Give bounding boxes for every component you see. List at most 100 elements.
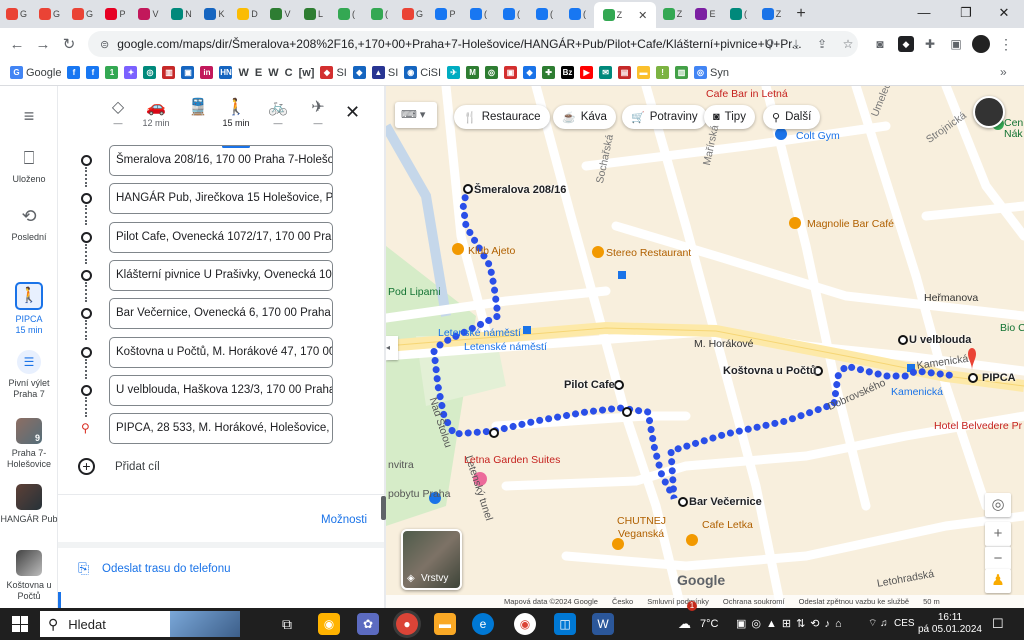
travel-mode-best[interactable]: ◇ — (98, 98, 138, 128)
minimize-icon[interactable]: — (904, 0, 944, 28)
url-input[interactable]: ⊜ google.com/maps/dir/Šmeralova+208%2F16… (88, 31, 858, 57)
waypoint-input[interactable]: PIPCA, 28 533, M. Horákové, Holešovice, … (109, 413, 333, 445)
bookmark-item[interactable]: ▤ (618, 66, 632, 79)
bookmark-item[interactable]: W (238, 67, 248, 79)
travel-mode-flight[interactable]: ✈ — (298, 98, 338, 128)
waypoint-input[interactable]: Koštovna u Počtů, M. Horákové 47, 170 00 (109, 336, 333, 368)
bookmark-item[interactable]: ◉ CiSI (404, 66, 441, 79)
poi-label[interactable]: Colt Gym (796, 130, 840, 142)
bookmark-item[interactable]: Bz (561, 66, 575, 79)
taskbar-search[interactable]: ⚲ Hledat (40, 611, 240, 637)
browser-tab[interactable]: P (429, 0, 462, 28)
install-icon[interactable]: ⤓ (788, 36, 804, 52)
attribution-item[interactable]: Mapová data ©2024 Google (504, 597, 598, 606)
app-icon[interactable]: ✿ (357, 613, 379, 635)
waypoint-map-label[interactable]: Šmeralova 208/16 (474, 184, 566, 196)
praha-recent-item[interactable]: 9 Praha 7-Holešovice (0, 418, 58, 470)
poi-label[interactable]: Magnolie Bar Café (807, 218, 894, 230)
browser-tab[interactable]: ( (462, 0, 495, 28)
tab-close-icon[interactable]: ✕ (638, 9, 647, 22)
poi-label[interactable]: Klub Ajeto (468, 245, 515, 257)
bookmark-item[interactable]: ▶ (580, 66, 594, 79)
browser-tab[interactable]: ( (561, 0, 594, 28)
waypoint-marker[interactable] (968, 373, 978, 383)
waypoint-map-label[interactable]: U velblouda (909, 334, 971, 346)
input-tools-button[interactable]: ⌨ ▾ (395, 102, 437, 128)
collapse-panel-icon[interactable]: ◂ (386, 336, 398, 360)
back-icon[interactable]: ← (4, 36, 30, 53)
poi-label[interactable]: Stereo Restaurant (606, 247, 691, 259)
bookmark-item[interactable]: ◎ (143, 66, 157, 79)
browser-tab[interactable]: V (264, 0, 297, 28)
chrome-profile-icon[interactable]: ◉ (514, 613, 536, 635)
browser-tab[interactable]: G (396, 0, 429, 28)
map-chip-2[interactable]: 🛒 Potraviny (622, 105, 707, 129)
waypoint-marker[interactable] (614, 380, 624, 390)
map-chip-1[interactable]: ☕ Káva (553, 105, 616, 129)
bookmark-item[interactable]: [w] (299, 67, 315, 79)
waypoint-input[interactable]: Šmeralova 208/16, 170 00 Praha 7-Holešov… (109, 145, 333, 176)
close-window-icon[interactable]: ✕ (984, 0, 1024, 28)
bookmark-item[interactable]: ▣ (181, 66, 195, 79)
bookmark-item[interactable]: ✉ (599, 66, 613, 79)
hangar-recent-item[interactable]: HANGÁR Pub (0, 484, 58, 525)
forward-icon[interactable]: → (30, 36, 56, 53)
browser-tab[interactable]: D (231, 0, 264, 28)
map-canvas[interactable]: ⌨ ▾ 🍴 Restaurace ☕ Káva 🛒 Potraviny ◙ Tipy ⚲ Dalš… (386, 86, 1024, 608)
waypoint-input[interactable]: HANGÁR Pub, Jirečkova 15 Holešovice, Pra… (109, 183, 333, 215)
travel-mode-walk[interactable]: 🚶 15 min (216, 98, 256, 148)
waypoint-map-label[interactable]: Bar Večernice (689, 496, 762, 508)
browser-tab[interactable]: K (198, 0, 231, 28)
task-view-icon[interactable]: ⧉ (276, 613, 298, 635)
browser-tab[interactable]: ( (330, 0, 363, 28)
gym-poi-icon[interactable] (775, 128, 787, 140)
waypoint-input[interactable]: Pilot Cafe, Ovenecká 1072/17, 170 00 Pra… (109, 221, 333, 253)
poi-label[interactable]: Pod Lipami (388, 286, 441, 298)
send-to-phone-button[interactable]: Odeslat trasu do telefonu (102, 563, 231, 575)
waypoint-marker[interactable] (622, 407, 632, 417)
poi-label[interactable]: pobytu Praha (388, 488, 450, 500)
poi-label[interactable]: nvitra (388, 459, 414, 471)
bookmark-item[interactable]: ◎ Syn (694, 66, 729, 79)
layers-button[interactable]: ◈ Vrstvy (401, 529, 462, 590)
street-view-pegman-icon[interactable]: ♟ (985, 569, 1011, 593)
waypoint-marker[interactable] (678, 497, 688, 507)
options-button[interactable]: Možnosti (321, 514, 367, 526)
add-destination-icon[interactable]: + (78, 458, 95, 475)
sidepanel-icon[interactable]: ▣ (948, 36, 964, 52)
browser-tab[interactable]: G (33, 0, 66, 28)
active-browser-tab[interactable]: Z ✕ (594, 2, 656, 28)
browser-tab[interactable]: G (66, 0, 99, 28)
browser-tab[interactable]: ( (722, 0, 755, 28)
travel-mode-car[interactable]: 🚗 12 min (136, 98, 176, 128)
profile-avatar[interactable] (972, 35, 990, 53)
bookmark-item[interactable]: 1 (105, 66, 119, 79)
waypoint-map-label[interactable]: Pilot Cafe (564, 379, 615, 391)
zoom-out-button[interactable]: − (985, 546, 1011, 570)
attribution-item[interactable]: Česko (612, 597, 633, 606)
restore-icon[interactable]: ❐ (946, 0, 986, 28)
reload-icon[interactable]: ↻ (56, 35, 82, 53)
start-button[interactable] (12, 616, 28, 632)
my-location-icon[interactable]: ◎ (985, 493, 1011, 517)
map-chip-0[interactable]: 🍴 Restaurace (454, 105, 550, 129)
browser-tab[interactable]: Z (755, 0, 788, 28)
language-indicator[interactable]: CES (894, 608, 915, 640)
attribution-item[interactable]: Smluvní podmínky (647, 597, 709, 606)
clock[interactable]: 16:11 pá 05.01.2024 (918, 608, 982, 640)
wifi-icon[interactable]: ⌔ ♫ (868, 608, 888, 640)
bookmark-item[interactable]: G Google (10, 66, 61, 79)
travel-mode-bike[interactable]: 🚲 — (258, 98, 298, 128)
trip-list-item[interactable]: ☰ Pivní výlet Praha 7 (0, 350, 58, 400)
bookmark-item[interactable]: W (268, 67, 278, 79)
browser-tab[interactable]: ( (528, 0, 561, 28)
browser-tab[interactable]: Z (656, 0, 689, 28)
extension-shield-icon[interactable]: ◆ (898, 36, 914, 52)
bookmark-item[interactable]: HN (219, 66, 233, 79)
store-icon[interactable]: ◫ (554, 613, 576, 635)
weather-icon[interactable]: ☁ (678, 608, 691, 640)
site-info-icon[interactable]: ⊜ (100, 38, 109, 51)
browser-tab[interactable]: L (297, 0, 330, 28)
browser-tab[interactable]: N (165, 0, 198, 28)
notification-icon[interactable]: ☐ (992, 608, 1004, 640)
